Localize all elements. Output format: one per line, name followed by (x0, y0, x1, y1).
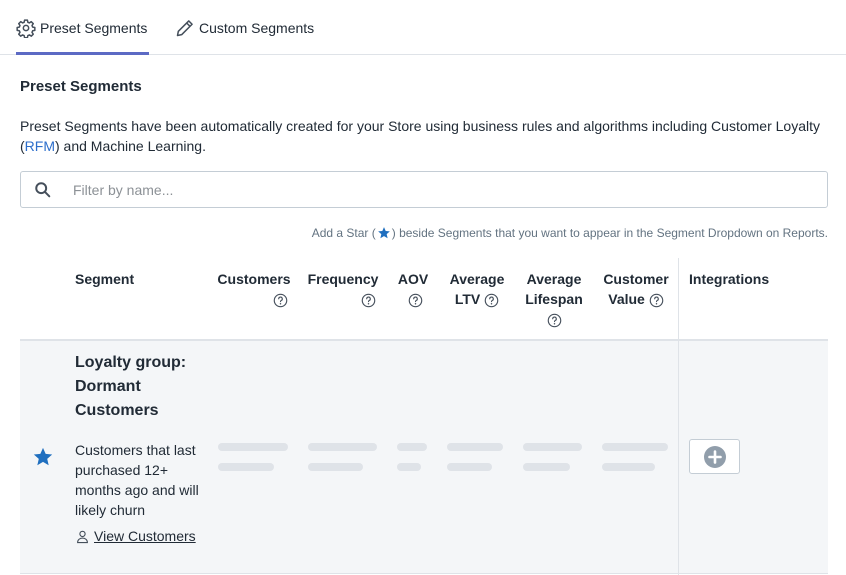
header-segment: Segment (75, 271, 135, 287)
view-customers-link[interactable]: View Customers (75, 528, 196, 544)
loading-placeholder-value (602, 443, 668, 451)
loading-placeholder-lifespan (523, 443, 582, 451)
header-customers: Customers (214, 269, 294, 309)
header-lifespan-line2: Lifespan (525, 291, 583, 307)
hint-text-end: ) beside Segments that you want to appea… (391, 226, 828, 240)
search-box (20, 171, 828, 208)
description-text-end: ) and Machine Learning. (55, 138, 206, 154)
search-input[interactable] (73, 172, 813, 207)
tab-custom-segments[interactable]: Custom Segments (175, 0, 314, 55)
loading-placeholder-lifespan (523, 463, 570, 471)
header-frequency: Frequency (304, 269, 382, 309)
favorite-star-icon[interactable] (32, 446, 54, 473)
help-icon[interactable] (484, 293, 499, 308)
header-integrations: Integrations (689, 271, 770, 287)
star-icon (377, 227, 390, 239)
loading-placeholder-aov (397, 443, 427, 451)
rfm-link[interactable]: RFM (25, 138, 55, 154)
loading-placeholder-value (602, 463, 655, 471)
row-divider (20, 573, 828, 574)
header-aov-label: AOV (397, 271, 429, 287)
loading-placeholder-ltv (447, 443, 503, 451)
loading-placeholder-customers (218, 443, 288, 451)
header-lifespan-line1: Average (526, 271, 582, 287)
header-ltv-line2: LTV (454, 291, 481, 307)
tab-preset-segments[interactable]: Preset Segments (16, 0, 150, 55)
header-average-lifespan: Average Lifespan (520, 269, 588, 329)
section-description: Preset Segments have been automatically … (20, 116, 825, 156)
loading-placeholder-frequency (308, 443, 377, 451)
segment-tabs: Preset Segments Custom Segments (0, 0, 846, 55)
help-icon[interactable] (273, 293, 288, 308)
section-title: Preset Segments (20, 78, 142, 95)
column-divider (678, 258, 679, 575)
help-icon[interactable] (361, 293, 376, 308)
help-icon[interactable] (547, 313, 562, 328)
header-customers-label: Customers (217, 271, 291, 287)
loading-placeholder-ltv (447, 463, 492, 471)
plus-circle-icon (703, 445, 726, 468)
header-frequency-label: Frequency (307, 271, 379, 287)
header-customer-value: Customer Value (598, 269, 674, 309)
hint-text-start: Add a Star ( (311, 226, 376, 240)
user-icon (77, 530, 88, 543)
view-customers-label: View Customers (94, 528, 196, 544)
gear-icon (16, 18, 36, 38)
star-hint: Add a Star ( ) beside Segments that you … (312, 226, 828, 240)
header-ltv-line1: Average (449, 271, 505, 287)
tab-preset-label: Preset Segments (40, 19, 148, 36)
header-aov: AOV (393, 269, 433, 309)
pencil-icon (175, 18, 195, 38)
segment-name: Loyalty group: Dormant Customers (75, 354, 187, 419)
tab-custom-label: Custom Segments (199, 19, 315, 36)
search-icon (34, 181, 52, 204)
loading-placeholder-aov (397, 463, 421, 471)
active-tab-indicator (16, 52, 150, 55)
help-icon[interactable] (649, 293, 664, 308)
header-value-line1: Customer (603, 271, 669, 287)
loading-placeholder-frequency (308, 463, 363, 471)
loading-placeholder-customers (218, 463, 274, 471)
header-value-line2: Value (608, 291, 645, 307)
help-icon[interactable] (408, 293, 423, 308)
segment-description: Customers that last purchased 12+ months… (75, 442, 199, 518)
header-average-ltv: Average LTV (444, 269, 510, 309)
add-integration-button[interactable] (689, 439, 740, 474)
